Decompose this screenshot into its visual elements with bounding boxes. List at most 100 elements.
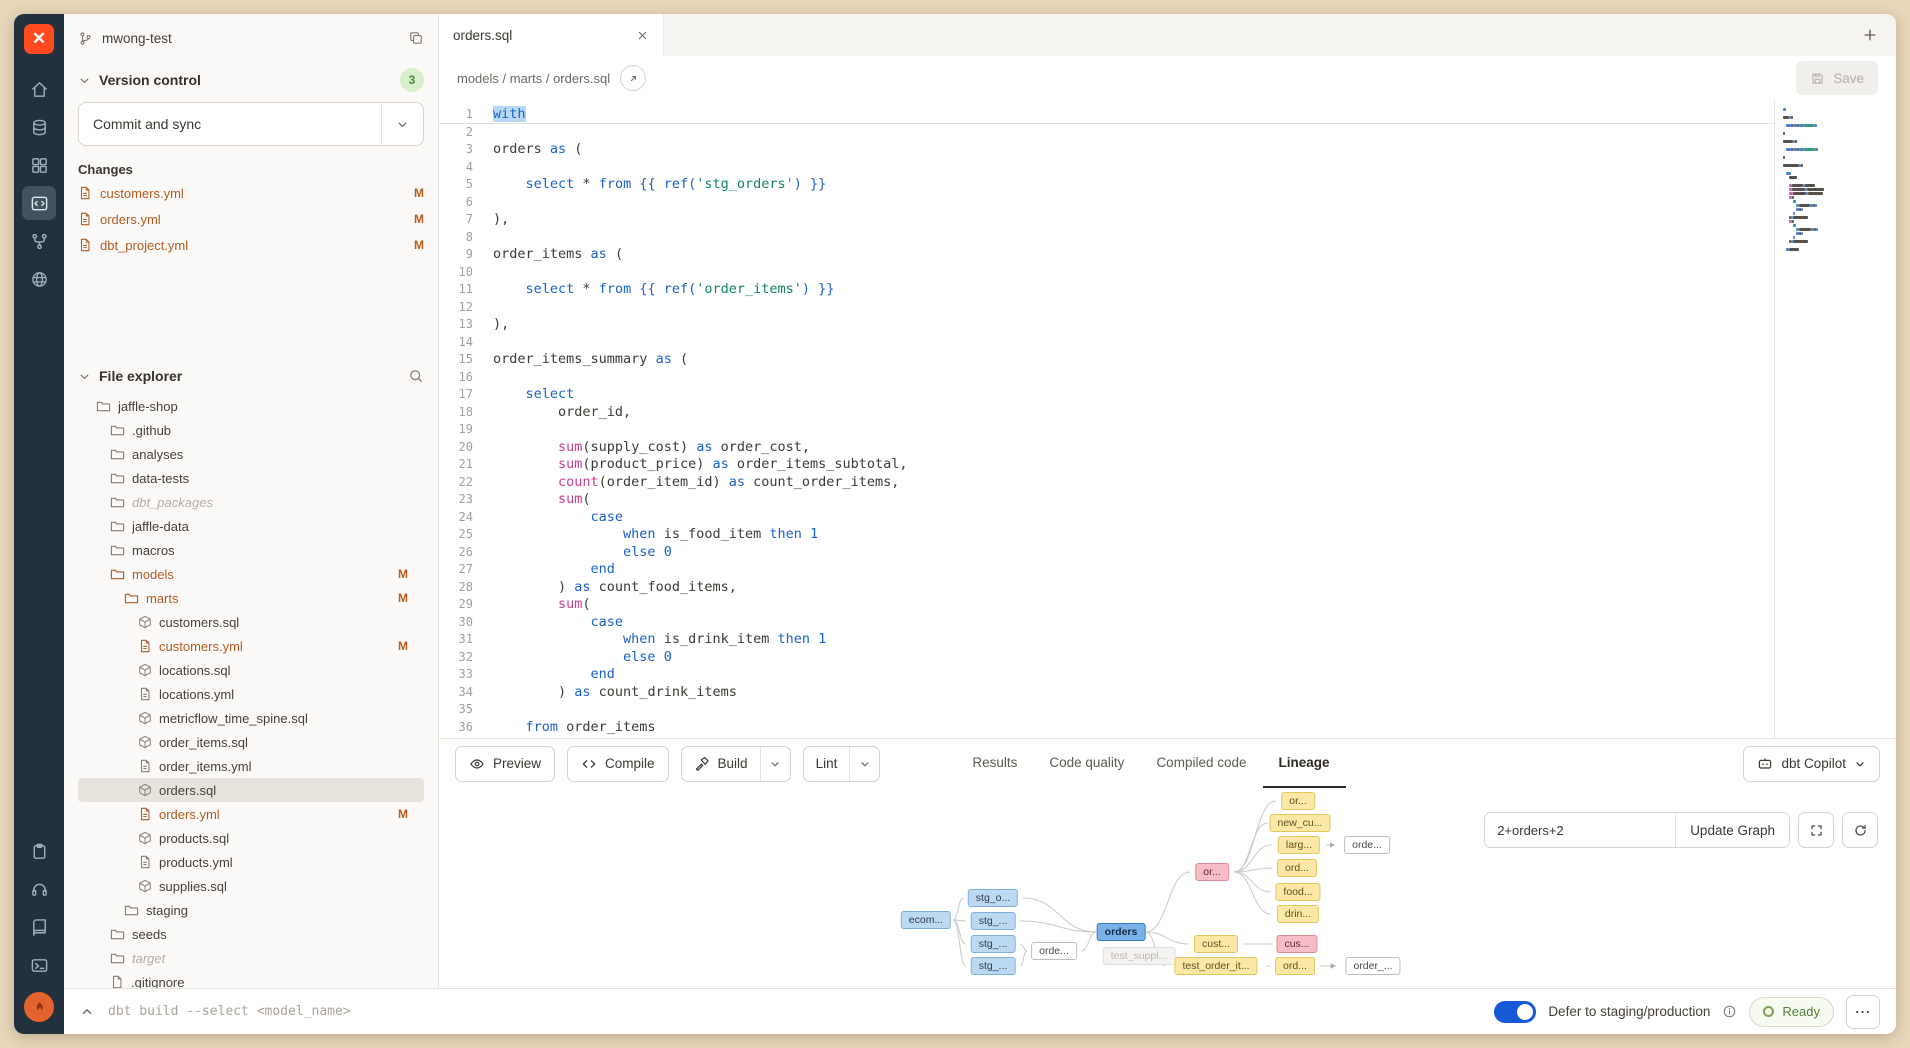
open-link-icon[interactable]: [620, 65, 646, 91]
copy-icon[interactable]: [408, 30, 424, 46]
file-tree-item-target[interactable]: target: [78, 946, 424, 970]
build-button[interactable]: Build: [682, 747, 760, 781]
code-pane[interactable]: 1with23orders as (45 select * from {{ re…: [439, 100, 1774, 738]
user-avatar[interactable]: [24, 992, 54, 1022]
lineage-node-test_oi[interactable]: test_order_it...: [1174, 957, 1257, 975]
code-line[interactable]: 25 when is_food_item then 1: [439, 526, 1774, 544]
tab-close-icon[interactable]: [636, 29, 649, 42]
code-line[interactable]: 11 select * from {{ ref('order_items') }…: [439, 281, 1774, 299]
code-line[interactable]: 20 sum(supply_cost) as order_cost,: [439, 439, 1774, 457]
code-line[interactable]: 21 sum(product_price) as order_items_sub…: [439, 456, 1774, 474]
search-icon[interactable]: [408, 368, 424, 384]
home-icon[interactable]: [22, 72, 56, 106]
file-tree-item-metricflow-time-spine-sql[interactable]: metricflow_time_spine.sql: [78, 706, 424, 730]
tab-results[interactable]: Results: [956, 739, 1033, 788]
code-line[interactable]: 36 from order_items: [439, 719, 1774, 737]
apps-grid-icon[interactable]: [22, 148, 56, 182]
code-line[interactable]: 29 sum(: [439, 596, 1774, 614]
lineage-node-test_sup[interactable]: test_suppl...: [1103, 947, 1176, 965]
lineage-panel[interactable]: ecom...stg_o...stg_...stg_...stg_...orde…: [439, 788, 1896, 988]
lineage-node-cust[interactable]: cust...: [1194, 935, 1238, 953]
file-tree-item-locations-sql[interactable]: locations.sql: [78, 658, 424, 682]
new-tab-button[interactable]: [1862, 27, 1878, 43]
defer-toggle[interactable]: [1494, 1001, 1536, 1023]
file-tree-item-customers-yml[interactable]: customers.ymlM: [78, 634, 424, 658]
code-line[interactable]: 1with: [439, 106, 1774, 124]
code-line[interactable]: 8: [439, 229, 1774, 247]
file-tree-item-seeds[interactable]: seeds: [78, 922, 424, 946]
compile-button[interactable]: Compile: [567, 746, 669, 782]
info-icon[interactable]: [1722, 1004, 1737, 1019]
file-tree-item-products-sql[interactable]: products.sql: [78, 826, 424, 850]
file-tree-item--github[interactable]: .github: [78, 418, 424, 442]
version-control-header[interactable]: Version control 3: [78, 62, 424, 98]
file-tree-item-models[interactable]: modelsM: [78, 562, 424, 586]
code-line[interactable]: 9order_items as (: [439, 246, 1774, 264]
refresh-icon[interactable]: [1842, 812, 1878, 848]
lineage-node-orders[interactable]: orders: [1097, 923, 1146, 941]
ide-editor-icon[interactable]: [22, 186, 56, 220]
clipboard-icon[interactable]: [22, 834, 56, 868]
code-line[interactable]: 32 else 0: [439, 649, 1774, 667]
code-line[interactable]: 24 case: [439, 509, 1774, 527]
code-line[interactable]: 5 select * from {{ ref('stg_orders') }}: [439, 176, 1774, 194]
tab-code-quality[interactable]: Code quality: [1033, 739, 1140, 788]
file-tree-item-jaffle-data[interactable]: jaffle-data: [78, 514, 424, 538]
lineage-selector-input[interactable]: [1485, 813, 1675, 847]
environments-icon[interactable]: [22, 110, 56, 144]
tab-lineage[interactable]: Lineage: [1263, 739, 1346, 788]
lineage-node-stg3[interactable]: stg_...: [971, 935, 1016, 953]
code-line[interactable]: 16: [439, 369, 1774, 387]
code-line[interactable]: 28 ) as count_food_items,: [439, 579, 1774, 597]
file-explorer-header[interactable]: File explorer: [78, 358, 424, 394]
command-input-placeholder[interactable]: dbt build --select <model_name>: [108, 1004, 351, 1019]
code-line[interactable]: 31 when is_drink_item then 1: [439, 631, 1774, 649]
commit-and-sync-button[interactable]: Commit and sync: [78, 102, 424, 146]
file-tree-item-orders-yml[interactable]: orders.ymlM: [78, 802, 424, 826]
lineage-node-cus_pink[interactable]: cus...: [1276, 935, 1317, 953]
code-line[interactable]: 33 end: [439, 666, 1774, 684]
code-line[interactable]: 34 ) as count_drink_items: [439, 684, 1774, 702]
minimap[interactable]: [1774, 100, 1852, 738]
code-editor[interactable]: 1with23orders as (45 select * from {{ re…: [439, 100, 1896, 738]
lint-options-chevron-icon[interactable]: [849, 747, 879, 781]
lineage-node-order3[interactable]: order_...: [1345, 957, 1400, 975]
code-line[interactable]: 10: [439, 264, 1774, 282]
lineage-node-or_y[interactable]: or...: [1281, 792, 1315, 810]
lineage-node-stg1[interactable]: stg_o...: [968, 889, 1018, 907]
lineage-node-ord2[interactable]: ord...: [1275, 957, 1315, 975]
code-line[interactable]: 23 sum(: [439, 491, 1774, 509]
file-tree-item-supplies-sql[interactable]: supplies.sql: [78, 874, 424, 898]
fullscreen-icon[interactable]: [1798, 812, 1834, 848]
code-line[interactable]: 14: [439, 334, 1774, 352]
lineage-node-stg4[interactable]: stg_...: [971, 957, 1016, 975]
file-tree-item-dbt-packages[interactable]: dbt_packages: [78, 490, 424, 514]
changed-file-row[interactable]: dbt_project.ymlM: [78, 232, 424, 258]
file-tree-item-marts[interactable]: martsM: [78, 586, 424, 610]
build-options-chevron-icon[interactable]: [760, 747, 790, 781]
lineage-node-ord_out[interactable]: orde...: [1031, 942, 1077, 960]
code-line[interactable]: 27 end: [439, 561, 1774, 579]
file-tree-item-analyses[interactable]: analyses: [78, 442, 424, 466]
lineage-node-stg2[interactable]: stg_...: [971, 912, 1016, 930]
lint-button[interactable]: Lint: [804, 747, 850, 781]
code-line[interactable]: 18 order_id,: [439, 404, 1774, 422]
file-tree-item-jaffle-shop[interactable]: jaffle-shop: [78, 394, 424, 418]
code-line[interactable]: 30 case: [439, 614, 1774, 632]
file-tree-item-locations-yml[interactable]: locations.yml: [78, 682, 424, 706]
preview-button[interactable]: Preview: [455, 746, 555, 782]
lineage-node-ord1[interactable]: ord...: [1277, 859, 1317, 877]
code-line[interactable]: 2: [439, 124, 1774, 142]
code-line[interactable]: 35: [439, 701, 1774, 719]
code-line[interactable]: 3orders as (: [439, 141, 1774, 159]
code-line[interactable]: 7),: [439, 211, 1774, 229]
more-options-button[interactable]: ⋯: [1846, 995, 1880, 1029]
code-line[interactable]: 26 else 0: [439, 544, 1774, 562]
lineage-node-ecom[interactable]: ecom...: [901, 911, 951, 929]
git-fork-icon[interactable]: [22, 224, 56, 258]
lineage-node-new_cu[interactable]: new_cu...: [1270, 814, 1331, 832]
file-tree-item-orders-sql[interactable]: orders.sql: [78, 778, 424, 802]
code-line[interactable]: 13),: [439, 316, 1774, 334]
code-line[interactable]: 6: [439, 194, 1774, 212]
file-tree-item-customers-sql[interactable]: customers.sql: [78, 610, 424, 634]
